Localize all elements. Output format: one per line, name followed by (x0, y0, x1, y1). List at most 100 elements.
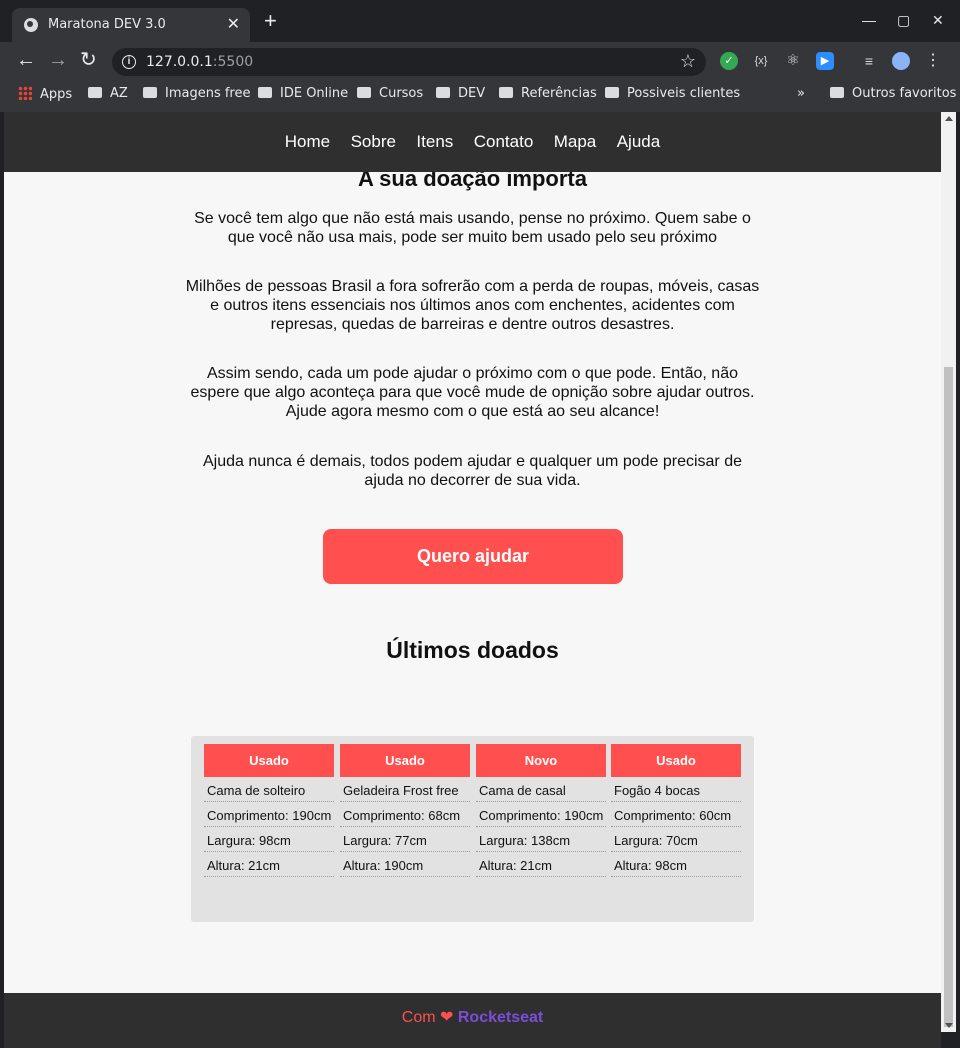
main-nav: Home Sobre Itens Contato Mapa Ajuda (4, 132, 941, 152)
bookmark-referencias[interactable]: Referências (499, 86, 597, 101)
heart-icon: ❤ (440, 1009, 454, 1026)
browser-tab[interactable]: Maratona DEV 3.0 ✕ (12, 8, 250, 42)
folder-icon (143, 87, 157, 98)
new-tab-button[interactable]: + (264, 10, 277, 32)
item-name: Cama de solteiro (204, 777, 334, 802)
bookmark-label: Possiveis clientes (627, 86, 741, 101)
item-length: Comprimento: 190cm (204, 802, 334, 827)
item-height: Altura: 21cm (476, 852, 606, 877)
bookmark-imagens-free[interactable]: Imagens free (143, 86, 251, 101)
folder-icon (605, 87, 619, 98)
more-bookmarks-button[interactable]: » (797, 86, 805, 101)
bookmark-apps[interactable]: Apps (18, 86, 72, 102)
info-icon[interactable]: i (122, 55, 136, 69)
folder-icon (830, 87, 844, 98)
address-bar[interactable]: i 127.0.0.1:5500 ☆ (112, 48, 706, 76)
reload-icon[interactable]: ↻ (80, 50, 97, 70)
tab-title: Maratona DEV 3.0 (48, 17, 166, 32)
tab-close-icon[interactable]: ✕ (227, 14, 240, 34)
item-name: Geladeira Frost free (340, 777, 470, 802)
footer-brand-link[interactable]: Rocketseat (458, 1009, 543, 1026)
quero-ajudar-button[interactable]: Quero ajudar (323, 529, 623, 584)
item-length: Comprimento: 190cm (476, 802, 606, 827)
forward-arrow-icon[interactable]: → (48, 50, 68, 70)
donated-items-panel: Usado Cama de solteiro Comprimento: 190c… (191, 736, 754, 922)
donated-section-title: Últimos doados (386, 637, 559, 663)
maximize-icon[interactable]: ▢ (897, 12, 910, 29)
browser-chrome: Maratona DEV 3.0 ✕ + — ▢ ✕ ← → ↻ i 127.0… (0, 0, 960, 112)
bookmark-label: Referências (521, 86, 597, 101)
media-queue-icon[interactable]: ≡ (860, 52, 878, 70)
browser-menu-icon[interactable]: ⋮ (924, 52, 942, 70)
nav-home[interactable]: Home (285, 132, 330, 151)
item-length: Comprimento: 68cm (340, 802, 470, 827)
nav-contato[interactable]: Contato (474, 132, 534, 151)
folder-icon (88, 87, 102, 98)
scroll-up-arrow-icon[interactable] (945, 116, 953, 121)
item-width: Largura: 98cm (204, 827, 334, 852)
bookmark-cursos[interactable]: Cursos (357, 86, 423, 101)
item-length: Comprimento: 60cm (611, 802, 741, 827)
bookmark-ide-online[interactable]: IDE Online (258, 86, 348, 101)
item-card: Usado Cama de solteiro Comprimento: 190c… (204, 744, 334, 877)
apps-icon (18, 86, 32, 100)
nav-sobre[interactable]: Sobre (351, 132, 396, 151)
condition-badge: Novo (476, 744, 606, 777)
close-window-icon[interactable]: ✕ (932, 12, 944, 29)
folder-icon (357, 87, 371, 98)
url-host: 127.0.0.1 (146, 54, 213, 70)
item-height: Altura: 21cm (204, 852, 334, 877)
nav-ajuda[interactable]: Ajuda (617, 132, 660, 151)
scrollbar-thumb[interactable] (944, 367, 953, 1027)
item-height: Altura: 190cm (340, 852, 470, 877)
site-header: Home Sobre Itens Contato Mapa Ajuda (4, 112, 941, 172)
item-card: Usado Fogão 4 bocas Comprimento: 60cm La… (611, 744, 741, 877)
globe-icon (24, 18, 38, 32)
item-card: Usado Geladeira Frost free Comprimento: … (340, 744, 470, 877)
condition-badge: Usado (204, 744, 334, 777)
item-width: Largura: 138cm (476, 827, 606, 852)
page-viewport: A sua doação importa Se você tem algo qu… (4, 112, 941, 1048)
bookmark-label: IDE Online (280, 86, 349, 101)
bookmark-label: Cursos (379, 86, 424, 101)
condition-badge: Usado (611, 744, 741, 777)
condition-badge: Usado (340, 744, 470, 777)
bookmark-star-icon[interactable]: ☆ (680, 51, 696, 72)
page-scrollbar[interactable] (941, 112, 956, 1032)
extension-grammar-icon[interactable]: ✓ (720, 52, 738, 70)
extension-zoom-icon[interactable]: ▶ (816, 52, 834, 70)
folder-icon (499, 87, 513, 98)
nav-mapa[interactable]: Mapa (554, 132, 597, 151)
browser-toolbar: ← → ↻ i 127.0.0.1:5500 ☆ ✓ {x} ⚛ ▶ ≡ ⋮ (0, 42, 960, 80)
nav-itens[interactable]: Itens (416, 132, 453, 151)
site-footer: Com ❤ Rocketseat (4, 993, 941, 1048)
scroll-down-arrow-icon[interactable] (945, 1023, 953, 1028)
paragraph-2: Milhões de pessoas Brasil a fora sofrerã… (185, 278, 760, 333)
bookmark-possiveis-clientes[interactable]: Possiveis clientes (605, 86, 740, 101)
bookmark-label: Apps (40, 87, 73, 102)
profile-avatar[interactable] (892, 52, 910, 70)
bookmark-label: Imagens free (165, 86, 251, 101)
url-port: :5500 (212, 54, 254, 70)
extension-react-icon[interactable]: ⚛ (784, 52, 802, 70)
bookmark-dev[interactable]: DEV (436, 86, 485, 101)
bookmark-label: DEV (458, 86, 486, 101)
bookmark-label: AZ (110, 86, 128, 101)
item-height: Altura: 98cm (611, 852, 741, 877)
footer-com-text: Com (401, 1009, 436, 1026)
minimize-icon[interactable]: — (862, 12, 876, 28)
item-name: Fogão 4 bocas (611, 777, 741, 802)
folder-icon (258, 87, 272, 98)
bookmark-outros-favoritos[interactable]: Outros favoritos (830, 86, 956, 101)
extension-json-icon[interactable]: {x} (752, 52, 770, 70)
back-arrow-icon[interactable]: ← (16, 50, 36, 70)
bookmark-label: Outros favoritos (852, 86, 957, 101)
item-width: Largura: 77cm (340, 827, 470, 852)
bookmark-az[interactable]: AZ (88, 86, 128, 101)
folder-icon (436, 87, 450, 98)
paragraph-1: Se você tem algo que não está mais usand… (194, 210, 751, 246)
paragraph-3: Assim sendo, cada um pode ajudar o próxi… (190, 365, 755, 420)
item-card: Novo Cama de casal Comprimento: 190cm La… (476, 744, 606, 877)
item-name: Cama de casal (476, 777, 606, 802)
tab-strip: Maratona DEV 3.0 ✕ + — ▢ ✕ (0, 0, 960, 42)
